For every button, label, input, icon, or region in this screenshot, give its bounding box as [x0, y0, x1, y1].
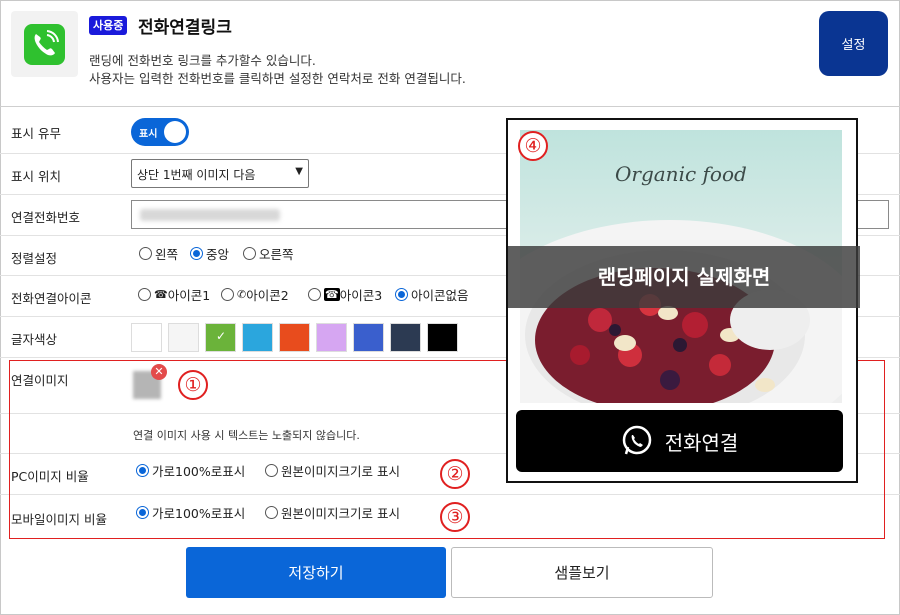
preview-call-label: 전화연결 — [664, 430, 739, 455]
check-icon: ✓ — [216, 329, 227, 343]
color-swatch[interactable] — [353, 323, 384, 352]
align-center-option[interactable]: 중앙 — [190, 244, 229, 263]
call-icon-option-1[interactable]: ☎ 아이콘1 — [138, 285, 210, 304]
color-swatch[interactable] — [427, 323, 458, 352]
save-button[interactable]: 저장하기 — [186, 547, 446, 598]
settings-button[interactable]: 설정 — [819, 11, 888, 76]
color-swatch[interactable] — [131, 323, 162, 352]
align-center-radio[interactable] — [190, 247, 203, 260]
preview-image-caption: Organic food — [615, 162, 747, 186]
phone-icon: ☎ — [154, 288, 168, 301]
landing-preview: Organic food 랜딩페이지 실제화면 전화연결 — [506, 118, 860, 483]
call-icon-option-3[interactable]: ☎ 아이콘3 — [308, 285, 382, 304]
marker-3: ③ — [440, 502, 470, 532]
phone-box-icon: ☎ — [324, 288, 340, 301]
position-label: 표시 위치 — [11, 169, 61, 184]
toggle-label: 표시 — [139, 129, 158, 140]
color-swatch[interactable] — [390, 323, 421, 352]
preview-call-button[interactable]: 전화연결 — [516, 410, 843, 472]
call-icon-2-text: 아이콘2 — [246, 288, 289, 303]
call-icon-1-text: 아이콘1 — [167, 288, 211, 303]
page-title: 전화연결링크 — [138, 18, 232, 38]
display-label: 표시 유무 — [11, 126, 61, 141]
color-swatch[interactable]: ✓ — [205, 323, 236, 352]
description-line-1: 랜딩에 전화번호 링크를 추가할수 있습니다. — [89, 53, 316, 68]
status-badge: 사용중 — [89, 16, 128, 35]
align-left-option[interactable]: 왼쪽 — [139, 244, 178, 263]
toggle-knob — [164, 121, 186, 143]
color-swatch[interactable] — [242, 323, 273, 352]
call-icon-none-text: 아이콘없음 — [411, 288, 469, 303]
marker-1: ① — [178, 370, 208, 400]
marker-4: ④ — [518, 131, 548, 161]
phone-icon — [24, 24, 65, 65]
app-header: 사용중 전화연결링크 랜딩에 전화번호 링크를 추가할수 있습니다. 사용자는 … — [0, 0, 900, 107]
app-icon-container — [11, 11, 78, 77]
align-right-radio[interactable] — [243, 247, 256, 260]
whatsapp-phone-icon — [621, 425, 653, 457]
phone-value-blurred — [140, 209, 280, 221]
phone-label: 연결전화번호 — [11, 210, 81, 225]
call-icon-2-radio[interactable] — [221, 288, 234, 301]
sample-view-button[interactable]: 샘플보기 — [451, 547, 713, 598]
align-right-text: 오른쪽 — [259, 247, 294, 262]
call-icon-1-radio[interactable] — [138, 288, 151, 301]
position-select[interactable]: 상단 1번째 이미지 다음 ▼ — [131, 159, 309, 188]
call-icon-none-radio[interactable] — [395, 288, 408, 301]
color-swatch[interactable] — [168, 323, 199, 352]
align-label: 정렬설정 — [11, 251, 58, 266]
align-right-option[interactable]: 오른쪽 — [243, 244, 294, 263]
call-icon-label: 전화연결아이콘 — [11, 291, 92, 306]
color-swatch[interactable] — [316, 323, 347, 352]
call-icon-option-2[interactable]: ✆ 아이콘2 — [221, 285, 289, 304]
align-left-text: 왼쪽 — [155, 247, 179, 262]
display-toggle[interactable]: 표시 — [131, 118, 189, 146]
chevron-down-icon: ▼ — [295, 166, 303, 177]
phone-ring-icon: ✆ — [237, 288, 247, 301]
position-select-value: 상단 1번째 이미지 다음 — [137, 168, 256, 182]
color-swatch[interactable] — [279, 323, 310, 352]
call-icon-option-none[interactable]: 아이콘없음 — [395, 285, 469, 304]
call-icon-3-text: 아이콘3 — [339, 288, 383, 303]
text-color-label: 글자색상 — [11, 332, 58, 347]
marker-2: ② — [440, 459, 470, 489]
call-icon-3-radio[interactable] — [308, 288, 321, 301]
description-line-2: 사용자는 입력한 전화번호를 클릭하면 설정한 연락처로 전화 연결됩니다. — [89, 71, 466, 86]
preview-overlay-title: 랜딩페이지 실제화면 — [508, 246, 860, 308]
page-description: 랜딩에 전화번호 링크를 추가할수 있습니다. 사용자는 입력한 전화번호를 클… — [89, 52, 466, 88]
align-center-text: 중앙 — [206, 247, 230, 262]
align-left-radio[interactable] — [139, 247, 152, 260]
